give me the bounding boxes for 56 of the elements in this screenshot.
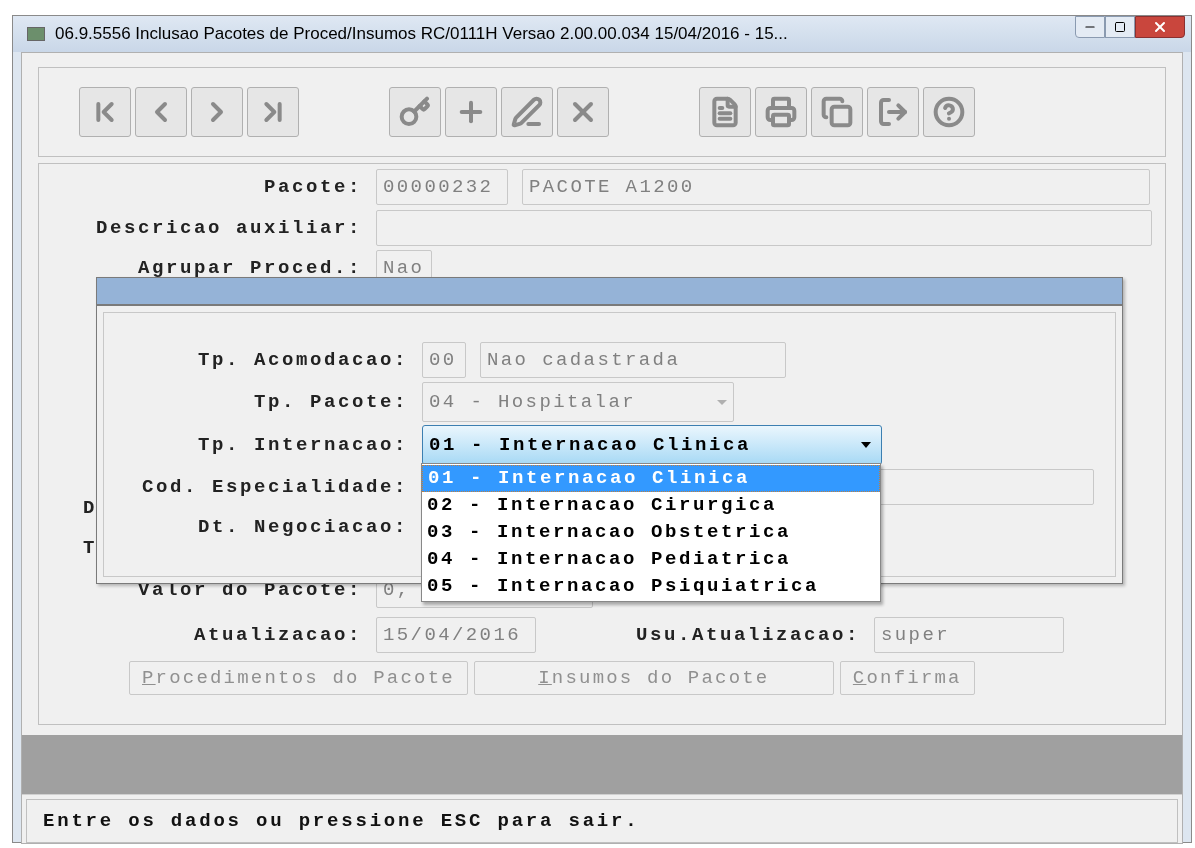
close-button[interactable] [1135,16,1185,38]
toolbar-button[interactable] [811,87,863,137]
toolbar-button[interactable] [135,87,187,137]
help-icon [933,96,965,128]
dropdown-option[interactable]: 05 - Internacao Psiquiatrica [422,573,880,600]
window-title: 06.9.5556 Inclusao Pacotes de Proced/Insumos RC/0111H Versao 2.00.00.034 15/04/2016 - 15... [55,23,788,46]
status-text: Entre os dados ou pressione ESC para sair. [43,808,640,834]
toolbar-button[interactable] [923,87,975,137]
toolbar-button[interactable] [445,87,497,137]
dropdown-option[interactable]: 04 - Internacao Pediatrica [422,546,880,573]
field-label: Descricao auxiliar: [95,215,362,241]
name-field[interactable]: PACOTE A1200 [522,169,1150,205]
field-label: Pacote: [264,174,362,200]
toolbar-button[interactable] [389,87,441,137]
code-field[interactable]: 00 [422,342,466,378]
field-label: D [83,495,97,521]
minimize-button[interactable] [1075,16,1105,38]
maximize-icon [1114,21,1126,33]
toolbar-button[interactable] [501,87,553,137]
description-field[interactable] [376,210,1152,246]
exit-icon [877,96,909,128]
toolbar-button[interactable] [79,87,131,137]
copy-icon [821,96,853,128]
toolbar-button[interactable] [191,87,243,137]
toolbar-button[interactable] [247,87,299,137]
dropdown-option[interactable]: 02 - Internacao Cirurgica [422,492,880,519]
app-icon [27,27,45,41]
caret-icon [861,442,871,448]
dropdown-option[interactable]: 01 - Internacao Clinica [422,465,880,492]
dropdown-option[interactable]: 03 - Internacao Obstetrica [422,519,880,546]
printer-icon [765,96,797,128]
field-label: Usu.Atualizacao: [635,622,860,648]
field-label: Cod. Especialidade: [141,474,408,500]
maximize-button[interactable] [1105,16,1135,38]
user-field[interactable]: super [874,617,1064,653]
name-field[interactable]: Nao cadastrada [480,342,786,378]
toolbar-button[interactable] [557,87,609,137]
key-icon [399,96,431,128]
field-label: Tp. Internacao: [197,432,408,458]
toolbar-button[interactable] [867,87,919,137]
field-label: Tp. Pacote: [253,389,408,415]
field-label: Agrupar Proced.: [137,255,362,281]
package-type-select[interactable]: 04 - Hospitalar [422,382,734,422]
field-label: Atualizacao: [193,622,362,648]
field-label: T [83,535,97,561]
pencil-icon [511,96,543,128]
caret-icon [717,399,727,405]
field-label: Dt. Negociacao: [197,514,408,540]
close-icon [1152,19,1168,35]
toolbar-button[interactable] [755,87,807,137]
field-label: Tp. Acomodacao: [197,347,408,373]
internment-type-select[interactable]: 01 - Internacao Clinica [422,425,882,465]
date-field[interactable]: 15/04/2016 [376,617,536,653]
toolbar-button[interactable] [699,87,751,137]
document-icon [709,96,741,128]
code-field[interactable]: 00000232 [376,169,508,205]
